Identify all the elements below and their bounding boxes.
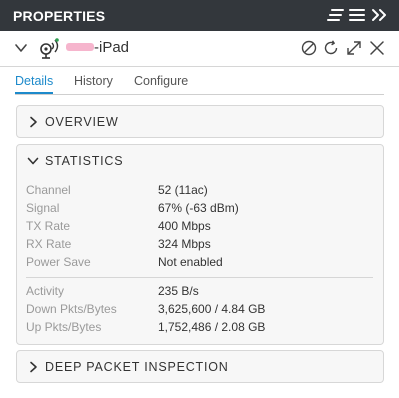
statistics-header[interactable]: STATISTICS bbox=[17, 145, 383, 177]
overview-title: OVERVIEW bbox=[45, 115, 119, 129]
stat-label: Up Pkts/Bytes bbox=[26, 320, 102, 334]
tab-details[interactable]: Details bbox=[15, 74, 53, 88]
stat-label: Activity bbox=[26, 284, 65, 298]
stat-row-power-save: Power Save Not enabled bbox=[26, 255, 376, 272]
deep-packet-inspection-header[interactable]: DEEP PACKET INSPECTION bbox=[17, 351, 383, 383]
chevron-down-icon bbox=[27, 157, 39, 165]
close-icon[interactable] bbox=[368, 39, 386, 57]
stat-value: 235 B/s bbox=[158, 284, 199, 298]
menu-icon[interactable] bbox=[348, 7, 366, 23]
stat-row-down-pkts-bytes: Down Pkts/Bytes 3,625,600 / 4.84 GB bbox=[26, 302, 376, 319]
overview-header[interactable]: OVERVIEW bbox=[17, 106, 383, 138]
list-align-icon[interactable] bbox=[327, 7, 345, 23]
chevron-right-icon bbox=[30, 361, 37, 373]
stat-row-signal: Signal 67% (-63 dBm) bbox=[26, 201, 376, 218]
tab-configure[interactable]: Configure bbox=[134, 74, 188, 88]
tab-bar: Details History Configure bbox=[15, 73, 384, 95]
stat-label: Signal bbox=[26, 201, 60, 215]
stat-value: 52 (11ac) bbox=[158, 183, 208, 197]
deep-packet-inspection-section: DEEP PACKET INSPECTION bbox=[16, 350, 384, 383]
redacted-name bbox=[66, 43, 94, 52]
stat-value: 67% (-63 dBm) bbox=[158, 201, 239, 215]
collapse-double-chevron-icon[interactable] bbox=[370, 7, 388, 23]
stat-row-up-pkts-bytes: Up Pkts/Bytes 1,752,486 / 2.08 GB bbox=[26, 320, 376, 337]
stat-row-rx-rate: RX Rate 324 Mbps bbox=[26, 237, 376, 254]
reconnect-icon[interactable] bbox=[322, 39, 340, 57]
expand-icon[interactable] bbox=[345, 39, 363, 57]
device-header: -iPad bbox=[0, 31, 399, 67]
stat-value: 324 Mbps bbox=[158, 237, 211, 251]
active-tab-indicator bbox=[15, 92, 53, 94]
stat-value: 1,752,486 / 2.08 GB bbox=[158, 320, 266, 334]
stats-divider bbox=[26, 277, 373, 278]
panel-title: PROPERTIES bbox=[13, 8, 106, 24]
stat-row-channel: Channel 52 (11ac) bbox=[26, 183, 376, 200]
stat-value: 400 Mbps bbox=[158, 219, 211, 233]
overview-section: OVERVIEW bbox=[16, 105, 384, 138]
stat-value: Not enabled bbox=[158, 255, 223, 269]
stat-label: RX Rate bbox=[26, 237, 72, 251]
chevron-down-icon[interactable] bbox=[14, 41, 28, 55]
stat-label: Power Save bbox=[26, 255, 91, 269]
device-name: -iPad bbox=[66, 39, 129, 56]
statistics-section: STATISTICS Channel 52 (11ac) Signal 67% … bbox=[16, 144, 384, 345]
stat-label: TX Rate bbox=[26, 219, 71, 233]
stat-row-activity: Activity 235 B/s bbox=[26, 284, 376, 301]
statistics-title: STATISTICS bbox=[45, 154, 124, 168]
device-name-suffix: -iPad bbox=[94, 39, 130, 56]
stat-label: Down Pkts/Bytes bbox=[26, 302, 117, 316]
properties-titlebar: PROPERTIES bbox=[0, 0, 399, 31]
chevron-right-icon bbox=[30, 116, 37, 128]
block-icon[interactable] bbox=[300, 39, 318, 57]
deep-packet-inspection-title: DEEP PACKET INSPECTION bbox=[45, 360, 229, 374]
tab-history[interactable]: History bbox=[74, 74, 113, 88]
stat-value: 3,625,600 / 4.84 GB bbox=[158, 302, 266, 316]
wireless-client-icon bbox=[40, 38, 59, 59]
stat-label: Channel bbox=[26, 183, 71, 197]
stat-row-tx-rate: TX Rate 400 Mbps bbox=[26, 219, 376, 236]
